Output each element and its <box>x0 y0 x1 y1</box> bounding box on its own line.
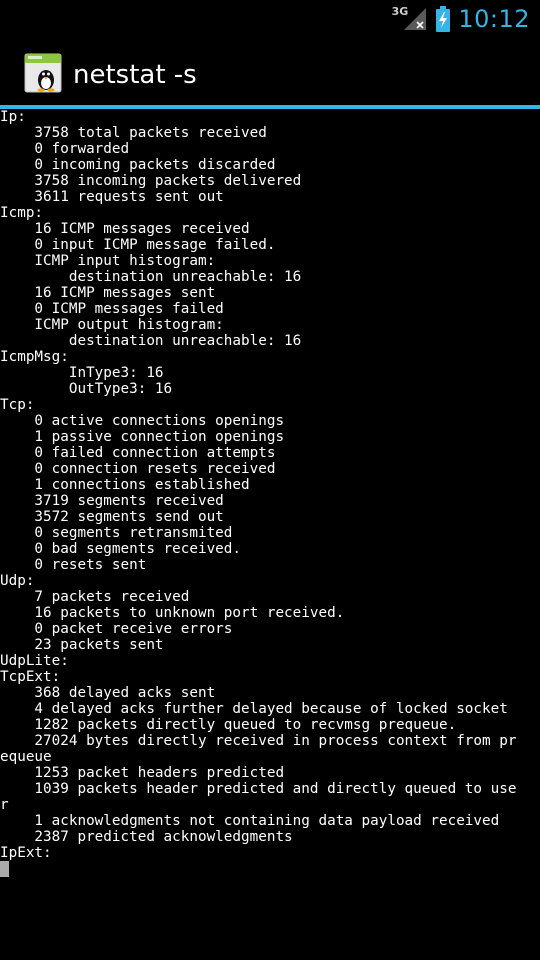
terminal-line: 0 connection resets received <box>0 461 276 477</box>
app-title: netstat -s <box>73 60 197 90</box>
terminal-line: 16 ICMP messages received <box>0 221 250 237</box>
terminal-line: 0 resets sent <box>0 557 147 573</box>
action-bar: netstat -s <box>0 38 540 105</box>
terminal-line: 3758 total packets received <box>0 125 267 141</box>
terminal-output[interactable]: Ip: 3758 total packets received 0 forwar… <box>0 109 540 960</box>
terminal-line: UdpLite: <box>0 653 69 669</box>
terminal-line: IcmpMsg: <box>0 349 69 365</box>
terminal-line: 0 ICMP messages failed <box>0 301 224 317</box>
terminal-line: OutType3: 16 <box>0 381 173 397</box>
terminal-line: destination unreachable: 16 <box>0 333 302 349</box>
terminal-line: 3719 segments received <box>0 493 224 509</box>
terminal-line: 16 packets to unknown port received. <box>0 605 345 621</box>
terminal-line: 3611 requests sent out <box>0 189 224 205</box>
terminal-line: 0 failed connection attempts <box>0 445 276 461</box>
terminal-prompt-line <box>0 861 540 877</box>
terminal-line: 0 segments retransmited <box>0 525 233 541</box>
terminal-line: r <box>0 797 9 813</box>
terminal-line: 0 packet receive errors <box>0 621 233 637</box>
terminal-line: 27024 bytes directly received in process… <box>0 733 517 749</box>
terminal-line: InType3: 16 <box>0 365 164 381</box>
status-icons: 3G 10:12 <box>392 0 530 38</box>
terminal-line: 2387 predicted acknowledgments <box>0 829 293 845</box>
terminal-line: 0 input ICMP message failed. <box>0 237 276 253</box>
android-terminal-app-icon[interactable] <box>24 53 62 93</box>
terminal-line: 1 passive connection openings <box>0 429 285 445</box>
terminal-line: 1282 packets directly queued to recvmsg … <box>0 717 457 733</box>
status-clock: 10:12 <box>458 5 530 33</box>
terminal-line: 0 active connections openings <box>0 413 285 429</box>
terminal-line: IpExt: <box>0 845 52 861</box>
terminal-line: TcpExt: <box>0 669 61 685</box>
terminal-line: 3758 incoming packets delivered <box>0 173 302 189</box>
terminal-line: ICMP input histogram: <box>0 253 216 269</box>
terminal-line: 1039 packets header predicted and direct… <box>0 781 517 797</box>
terminal-cursor <box>0 861 9 877</box>
terminal-line: 7 packets received <box>0 589 190 605</box>
terminal-line: 4 delayed acks further delayed because o… <box>0 701 508 717</box>
terminal-line: Tcp: <box>0 397 35 413</box>
terminal-line: equeue <box>0 749 52 765</box>
terminal-line: 16 ICMP messages sent <box>0 285 216 301</box>
network-type-label: 3G <box>391 4 409 18</box>
terminal-line: destination unreachable: 16 <box>0 269 302 285</box>
terminal-line: ICMP output histogram: <box>0 317 224 333</box>
terminal-line: Ip: <box>0 109 26 125</box>
terminal-line: 3572 segments send out <box>0 509 224 525</box>
terminal-line: 1 acknowledgments not containing data pa… <box>0 813 500 829</box>
terminal-line: 23 packets sent <box>0 637 164 653</box>
terminal-line: Icmp: <box>0 205 44 221</box>
terminal-line: 0 forwarded <box>0 141 130 157</box>
terminal-line: 0 bad segments received. <box>0 541 242 557</box>
terminal-line: 1 connections established <box>0 477 250 493</box>
terminal-line: 0 incoming packets discarded <box>0 157 276 173</box>
terminal-line: Udp: <box>0 573 35 589</box>
terminal-line: 1253 packet headers predicted <box>0 765 285 781</box>
terminal-line: 368 delayed acks sent <box>0 685 216 701</box>
battery-charging-icon <box>436 6 451 32</box>
status-bar: 3G 10:12 <box>0 0 540 38</box>
